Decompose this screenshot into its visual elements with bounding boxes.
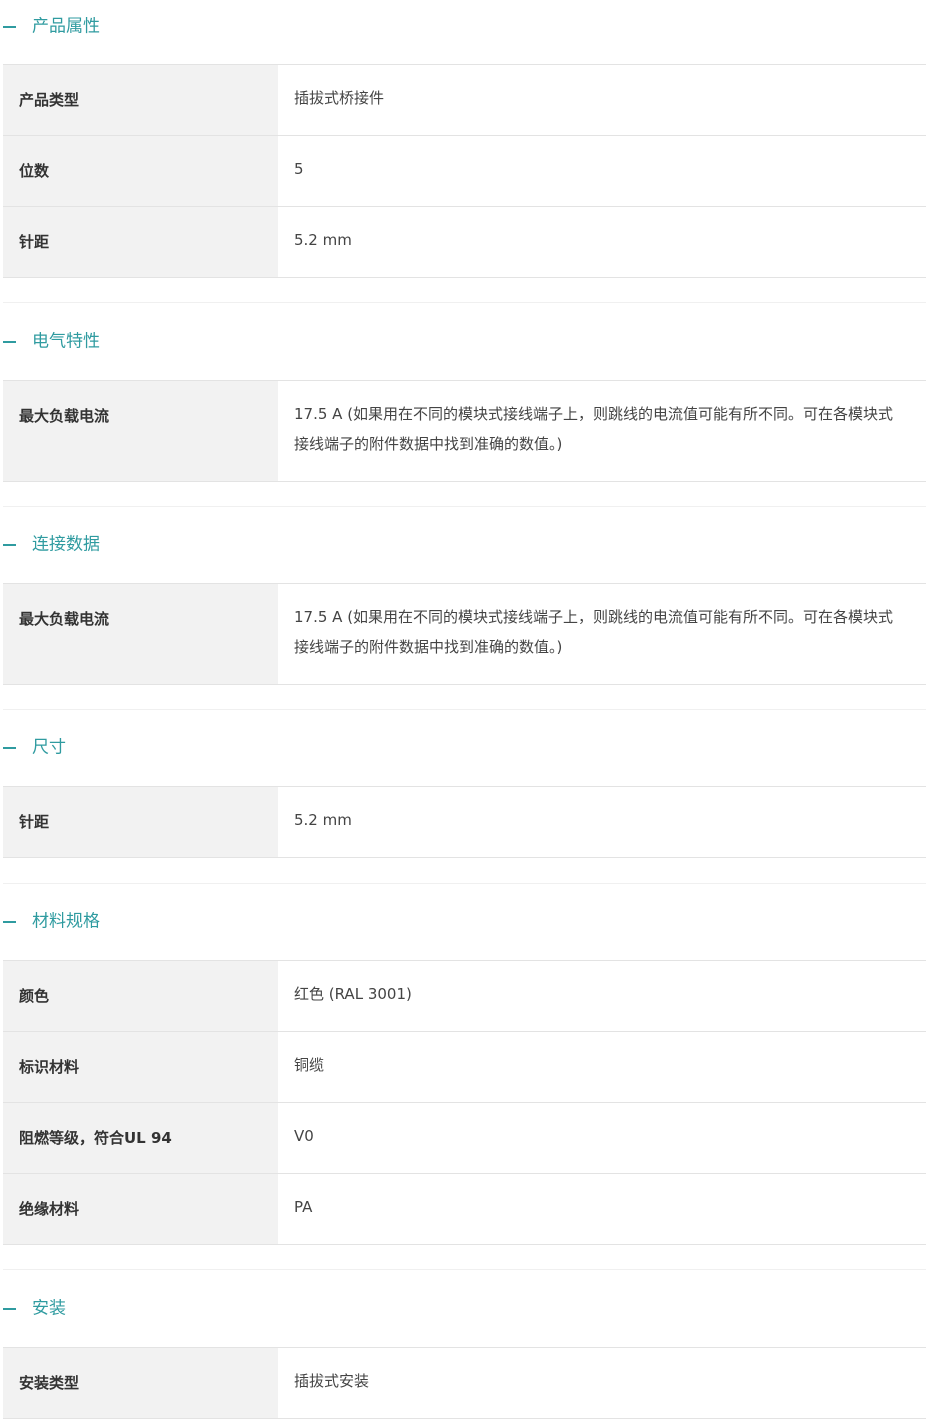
- minus-icon: [3, 1308, 16, 1310]
- minus-icon: [3, 341, 16, 343]
- properties-table: 安装类型 插拔式安装: [3, 1347, 926, 1419]
- section-divider: [3, 1269, 926, 1270]
- table-row: 绝缘材料 PA: [3, 1173, 926, 1245]
- section-header[interactable]: 产品属性: [0, 0, 931, 54]
- table-row: 产品类型 插拔式桥接件: [3, 64, 926, 136]
- section-title: 电气特性: [32, 331, 100, 352]
- section-divider: [3, 302, 926, 303]
- section-connection: 连接数据 最大负载电流 17.5 A (如果用在不同的模块式接线端子上，则跳线的…: [0, 518, 931, 685]
- section-header[interactable]: 安装: [0, 1282, 931, 1336]
- section-header[interactable]: 材料规格: [0, 895, 931, 949]
- section-title: 尺寸: [32, 737, 66, 758]
- property-value: 插拔式桥接件: [278, 64, 926, 136]
- section-divider: [3, 506, 926, 507]
- property-value: 5: [278, 135, 926, 207]
- property-value: 插拔式安装: [278, 1347, 926, 1419]
- table-row: 最大负载电流 17.5 A (如果用在不同的模块式接线端子上，则跳线的电流值可能…: [3, 583, 926, 685]
- properties-table: 最大负载电流 17.5 A (如果用在不同的模块式接线端子上，则跳线的电流值可能…: [3, 380, 926, 482]
- property-value: 17.5 A (如果用在不同的模块式接线端子上，则跳线的电流值可能有所不同。可在…: [278, 380, 926, 482]
- property-label: 标识材料: [3, 1031, 278, 1103]
- minus-icon: [3, 921, 16, 923]
- property-value: 铜缆: [278, 1031, 926, 1103]
- section-installation: 安装 安装类型 插拔式安装: [0, 1282, 931, 1419]
- property-label: 针距: [3, 206, 278, 278]
- property-label: 针距: [3, 786, 278, 858]
- property-label: 安装类型: [3, 1347, 278, 1419]
- property-label: 产品类型: [3, 64, 278, 136]
- property-label: 颜色: [3, 960, 278, 1032]
- property-label: 阻燃等级，符合UL 94: [3, 1102, 278, 1174]
- property-label: 最大负载电流: [3, 583, 278, 685]
- section-divider: [3, 883, 926, 884]
- property-value: 红色 (RAL 3001): [278, 960, 926, 1032]
- product-spec-page: 产品属性 产品类型 插拔式桥接件 位数 5 针距 5.2 mm 电气特性 最大负…: [0, 0, 931, 1423]
- section-header[interactable]: 连接数据: [0, 518, 931, 572]
- section-dimensions: 尺寸 针距 5.2 mm: [0, 721, 931, 858]
- section-electrical: 电气特性 最大负载电流 17.5 A (如果用在不同的模块式接线端子上，则跳线的…: [0, 315, 931, 482]
- minus-icon: [3, 747, 16, 749]
- properties-table: 针距 5.2 mm: [3, 786, 926, 858]
- table-row: 针距 5.2 mm: [3, 206, 926, 278]
- section-header[interactable]: 电气特性: [0, 315, 931, 369]
- property-value: PA: [278, 1173, 926, 1245]
- table-row: 针距 5.2 mm: [3, 786, 926, 858]
- property-value: 17.5 A (如果用在不同的模块式接线端子上，则跳线的电流值可能有所不同。可在…: [278, 583, 926, 685]
- property-value: V0: [278, 1102, 926, 1174]
- section-divider: [3, 709, 926, 710]
- section-header[interactable]: 尺寸: [0, 721, 931, 775]
- table-row: 位数 5: [3, 135, 926, 207]
- property-value: 5.2 mm: [278, 786, 926, 858]
- table-row: 标识材料 铜缆: [3, 1031, 926, 1103]
- section-title: 材料规格: [32, 911, 100, 932]
- table-row: 阻燃等级，符合UL 94 V0: [3, 1102, 926, 1174]
- minus-icon: [3, 26, 16, 28]
- properties-table: 最大负载电流 17.5 A (如果用在不同的模块式接线端子上，则跳线的电流值可能…: [3, 583, 926, 685]
- section-title: 安装: [32, 1298, 66, 1319]
- property-label: 最大负载电流: [3, 380, 278, 482]
- table-row: 最大负载电流 17.5 A (如果用在不同的模块式接线端子上，则跳线的电流值可能…: [3, 380, 926, 482]
- table-row: 安装类型 插拔式安装: [3, 1347, 926, 1419]
- property-value: 5.2 mm: [278, 206, 926, 278]
- properties-table: 产品类型 插拔式桥接件 位数 5 针距 5.2 mm: [3, 64, 926, 278]
- section-title: 产品属性: [32, 16, 100, 37]
- table-row: 颜色 红色 (RAL 3001): [3, 960, 926, 1032]
- section-materials: 材料规格 颜色 红色 (RAL 3001) 标识材料 铜缆 阻燃等级，符合UL …: [0, 895, 931, 1245]
- minus-icon: [3, 544, 16, 546]
- property-label: 位数: [3, 135, 278, 207]
- property-label: 绝缘材料: [3, 1173, 278, 1245]
- properties-table: 颜色 红色 (RAL 3001) 标识材料 铜缆 阻燃等级，符合UL 94 V0…: [3, 960, 926, 1245]
- section-title: 连接数据: [32, 534, 100, 555]
- section-product-properties: 产品属性 产品类型 插拔式桥接件 位数 5 针距 5.2 mm: [0, 0, 931, 278]
